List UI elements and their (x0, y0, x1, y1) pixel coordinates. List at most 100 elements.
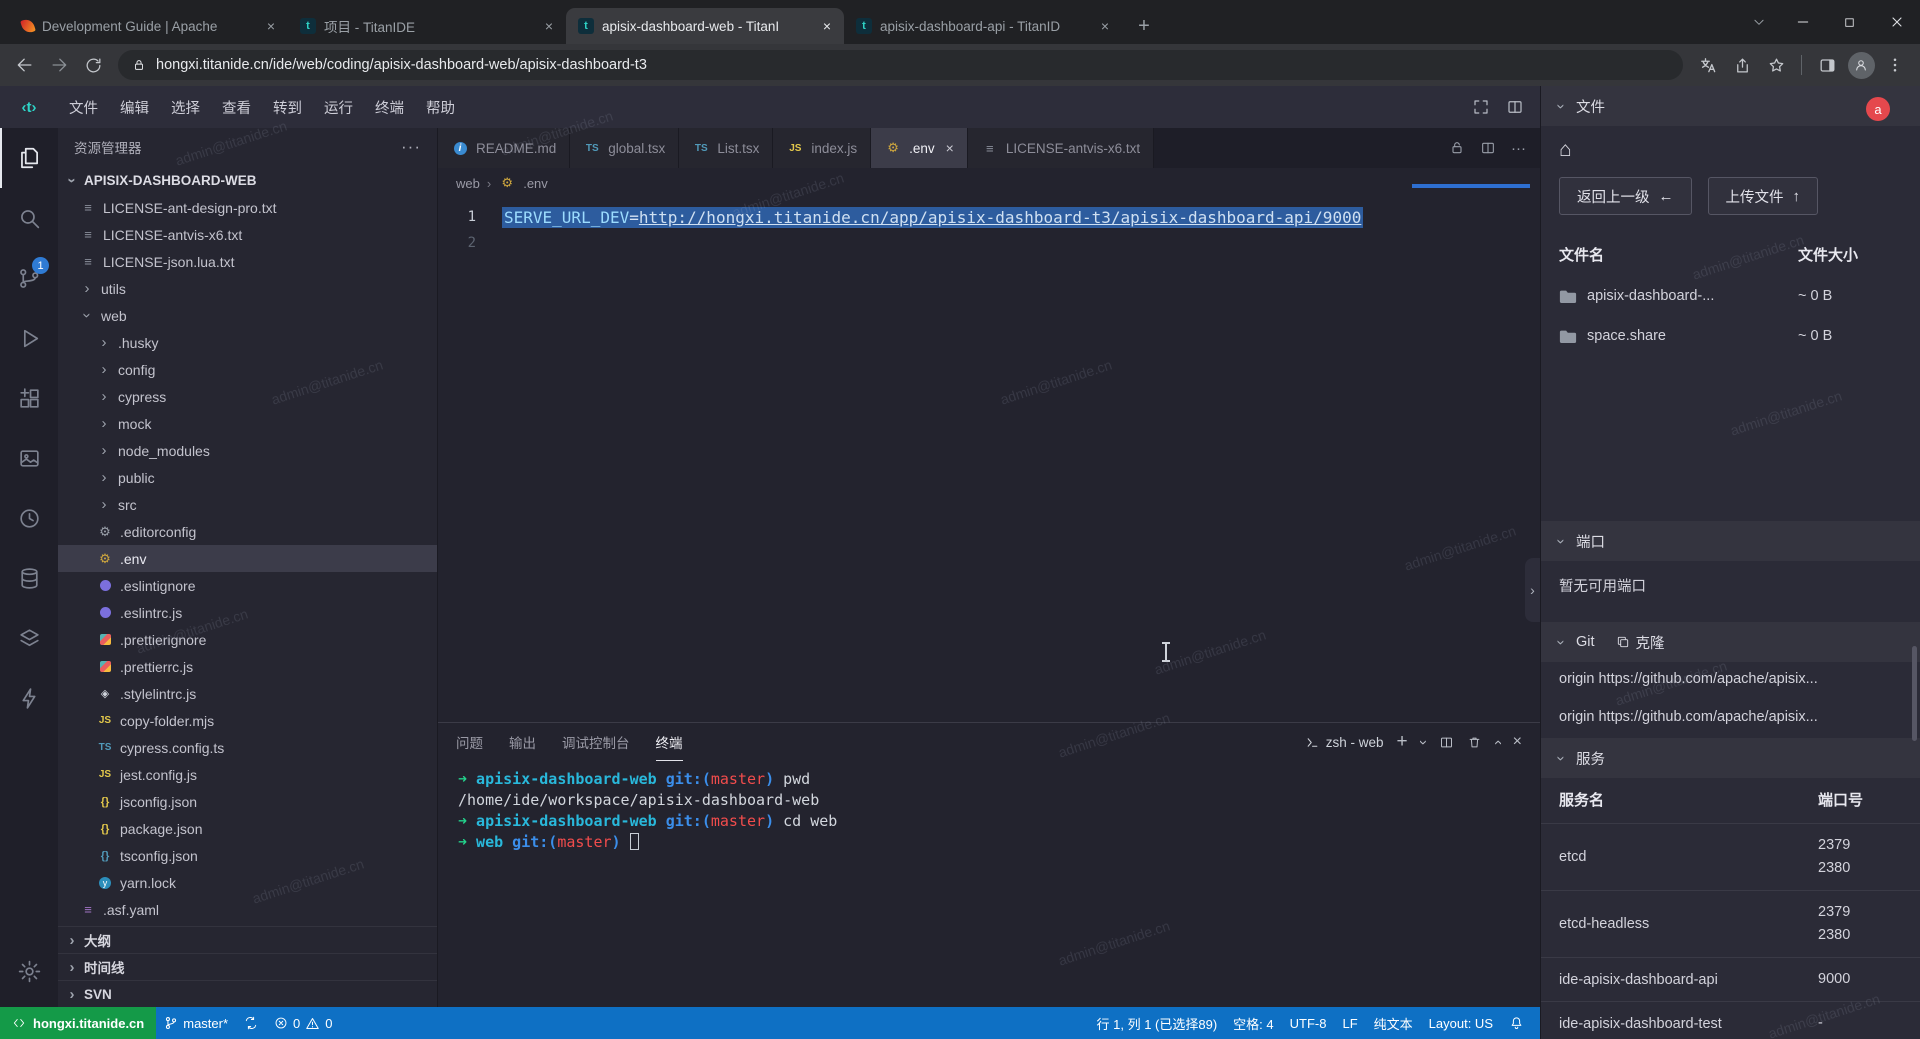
activity-explorer[interactable] (0, 128, 58, 188)
panel-tab-调试控制台[interactable]: 调试控制台 (562, 723, 630, 761)
tree-folder-src[interactable]: ›src (58, 491, 437, 518)
browser-tab[interactable]: t项目 - TitanIDE× (288, 8, 566, 44)
remote-indicator[interactable]: hongxi.titanide.cn (0, 1007, 156, 1039)
eol-selector[interactable]: LF (1334, 1007, 1365, 1039)
menu-item[interactable]: 转到 (262, 86, 313, 128)
close-panel-icon[interactable]: × (1513, 733, 1522, 751)
browser-menu-icon[interactable] (1878, 48, 1912, 82)
git-branch-status[interactable]: master* (156, 1007, 236, 1039)
tree-file-LICENSE-json.lua.txt[interactable]: ≡LICENSE-json.lua.txt (58, 248, 437, 275)
tab-close-icon[interactable]: × (946, 140, 954, 156)
tree-file-tsconfig.json[interactable]: {}tsconfig.json (58, 842, 437, 869)
tab-close-icon[interactable]: × (540, 17, 558, 35)
menu-item[interactable]: 运行 (313, 86, 364, 128)
browser-tab[interactable]: tapisix-dashboard-api - TitanID× (844, 8, 1122, 44)
problems-status[interactable]: 0 0 (266, 1007, 340, 1039)
tree-file-.editorconfig[interactable]: ⚙.editorconfig (58, 518, 437, 545)
maximize-panel-icon[interactable]: › (1489, 740, 1506, 745)
encoding[interactable]: UTF-8 (1282, 1007, 1335, 1039)
editor-tab-README.md[interactable]: README.md (438, 128, 570, 168)
activity-history[interactable] (0, 488, 58, 548)
terminal-profile-chevron-icon[interactable]: › (1415, 740, 1432, 745)
tree-file-.eslintrc.js[interactable]: .eslintrc.js (58, 599, 437, 626)
terminal-shell-selector[interactable]: zsh - web (1305, 735, 1384, 750)
split-terminal-icon[interactable] (1439, 735, 1454, 750)
forward-button[interactable] (42, 48, 76, 82)
tree-file-LICENSE-ant-design-pro.txt[interactable]: ≡LICENSE-ant-design-pro.txt (58, 194, 437, 221)
activity-extensions[interactable] (0, 368, 58, 428)
more-actions-icon[interactable]: ··· (401, 137, 421, 157)
tree-file-copy-folder.mjs[interactable]: JScopy-folder.mjs (58, 707, 437, 734)
tree-file-jest.config.js[interactable]: JSjest.config.js (58, 761, 437, 788)
editor[interactable]: 1 SERVE_URL_DEV=http://hongxi.titanide.c… (438, 198, 1540, 722)
menu-item[interactable]: 编辑 (109, 86, 160, 128)
profile-icon[interactable] (1844, 48, 1878, 82)
tree-folder-.husky[interactable]: ›.husky (58, 329, 437, 356)
activity-layers[interactable] (0, 608, 58, 668)
panel-tab-终端[interactable]: 终端 (656, 723, 683, 761)
kill-terminal-icon[interactable] (1467, 735, 1482, 750)
side-panel-icon[interactable] (1810, 48, 1844, 82)
file-row[interactable]: space.share~ 0 B (1541, 316, 1920, 356)
tab-close-icon[interactable]: × (1096, 17, 1114, 35)
reload-button[interactable] (76, 48, 110, 82)
tab-search-chevron-icon[interactable] (1739, 15, 1779, 29)
avatar-badge[interactable]: a (1866, 97, 1890, 121)
tree-file-package.json[interactable]: {}package.json (58, 815, 437, 842)
language-mode[interactable]: 纯文本 (1366, 1007, 1421, 1039)
sidebar-section-SVN[interactable]: ›SVN (58, 980, 437, 1007)
tree-file-jsconfig.json[interactable]: {}jsconfig.json (58, 788, 437, 815)
editor-tab-index.js[interactable]: JSindex.js (773, 128, 871, 168)
menu-item[interactable]: 选择 (160, 86, 211, 128)
panel-tab-输出[interactable]: 输出 (509, 723, 536, 761)
activity-database[interactable] (0, 548, 58, 608)
sync-button[interactable] (236, 1007, 266, 1039)
tree-folder-public[interactable]: ›public (58, 464, 437, 491)
back-parent-button[interactable]: 返回上一级← (1559, 177, 1692, 215)
tree-folder-config[interactable]: ›config (58, 356, 437, 383)
share-icon[interactable] (1725, 48, 1759, 82)
unlock-icon[interactable] (1449, 140, 1465, 156)
git-clone-button[interactable]: 克隆 (1616, 632, 1665, 653)
indentation[interactable]: 空格: 4 (1225, 1007, 1281, 1039)
browser-tab[interactable]: tapisix-dashboard-web - TitanI× (566, 8, 844, 44)
panel-tab-问题[interactable]: 问题 (456, 723, 483, 761)
files-section-header[interactable]: › 文件 (1541, 86, 1920, 126)
close-window-button[interactable] (1873, 0, 1920, 44)
home-icon[interactable]: ⌂ (1541, 126, 1920, 165)
cursor-position[interactable]: 行 1, 列 1 (已选择89) (1089, 1007, 1226, 1039)
breadcrumb[interactable]: web › ⚙ .env (438, 168, 1540, 198)
browser-tab[interactable]: Development Guide | Apache× (10, 8, 288, 44)
minimize-button[interactable] (1779, 0, 1826, 44)
tree-file-.env[interactable]: ⚙.env (58, 545, 437, 572)
editor-tab-List.tsx[interactable]: TSList.tsx (679, 128, 773, 168)
activity-source-control[interactable]: 1 (0, 248, 58, 308)
services-section-header[interactable]: › 服务 (1541, 738, 1920, 778)
upload-file-button[interactable]: 上传文件↑ (1708, 177, 1819, 215)
tree-file-.eslintignore[interactable]: .eslintignore (58, 572, 437, 599)
menu-item[interactable]: 查看 (211, 86, 262, 128)
split-editor-icon[interactable] (1480, 140, 1496, 156)
git-section-header[interactable]: › Git 克隆 (1541, 622, 1920, 662)
tree-folder-web[interactable]: ›web (58, 302, 437, 329)
tree-folder-utils[interactable]: ›utils (58, 275, 437, 302)
fullscreen-icon[interactable] (1472, 98, 1490, 116)
back-button[interactable] (8, 48, 42, 82)
tree-file-cypress.config.ts[interactable]: TScypress.config.ts (58, 734, 437, 761)
split-layout-icon[interactable] (1506, 98, 1524, 116)
activity-run-debug[interactable] (0, 308, 58, 368)
tree-root[interactable]: › APISIX-DASHBOARD-WEB (58, 166, 437, 194)
scrollbar-thumb[interactable] (1912, 646, 1917, 741)
activity-search[interactable] (0, 188, 58, 248)
editor-tab-.env[interactable]: ⚙.env× (871, 128, 968, 168)
tree-file-LICENSE-antvis-x6.txt[interactable]: ≡LICENSE-antvis-x6.txt (58, 221, 437, 248)
tree-file-.prettierrc.js[interactable]: .prettierrc.js (58, 653, 437, 680)
sidebar-section-大纲[interactable]: ›大纲 (58, 926, 437, 953)
maximize-button[interactable] (1826, 0, 1873, 44)
new-terminal-icon[interactable]: + (1397, 731, 1408, 753)
tree-file-.asf.yaml[interactable]: ≡.asf.yaml (58, 896, 437, 923)
file-row[interactable]: apisix-dashboard-...~ 0 B (1541, 276, 1920, 316)
keyboard-layout[interactable]: Layout: US (1421, 1007, 1501, 1039)
sidebar-section-时间线[interactable]: ›时间线 (58, 953, 437, 980)
menu-item[interactable]: 终端 (364, 86, 415, 128)
